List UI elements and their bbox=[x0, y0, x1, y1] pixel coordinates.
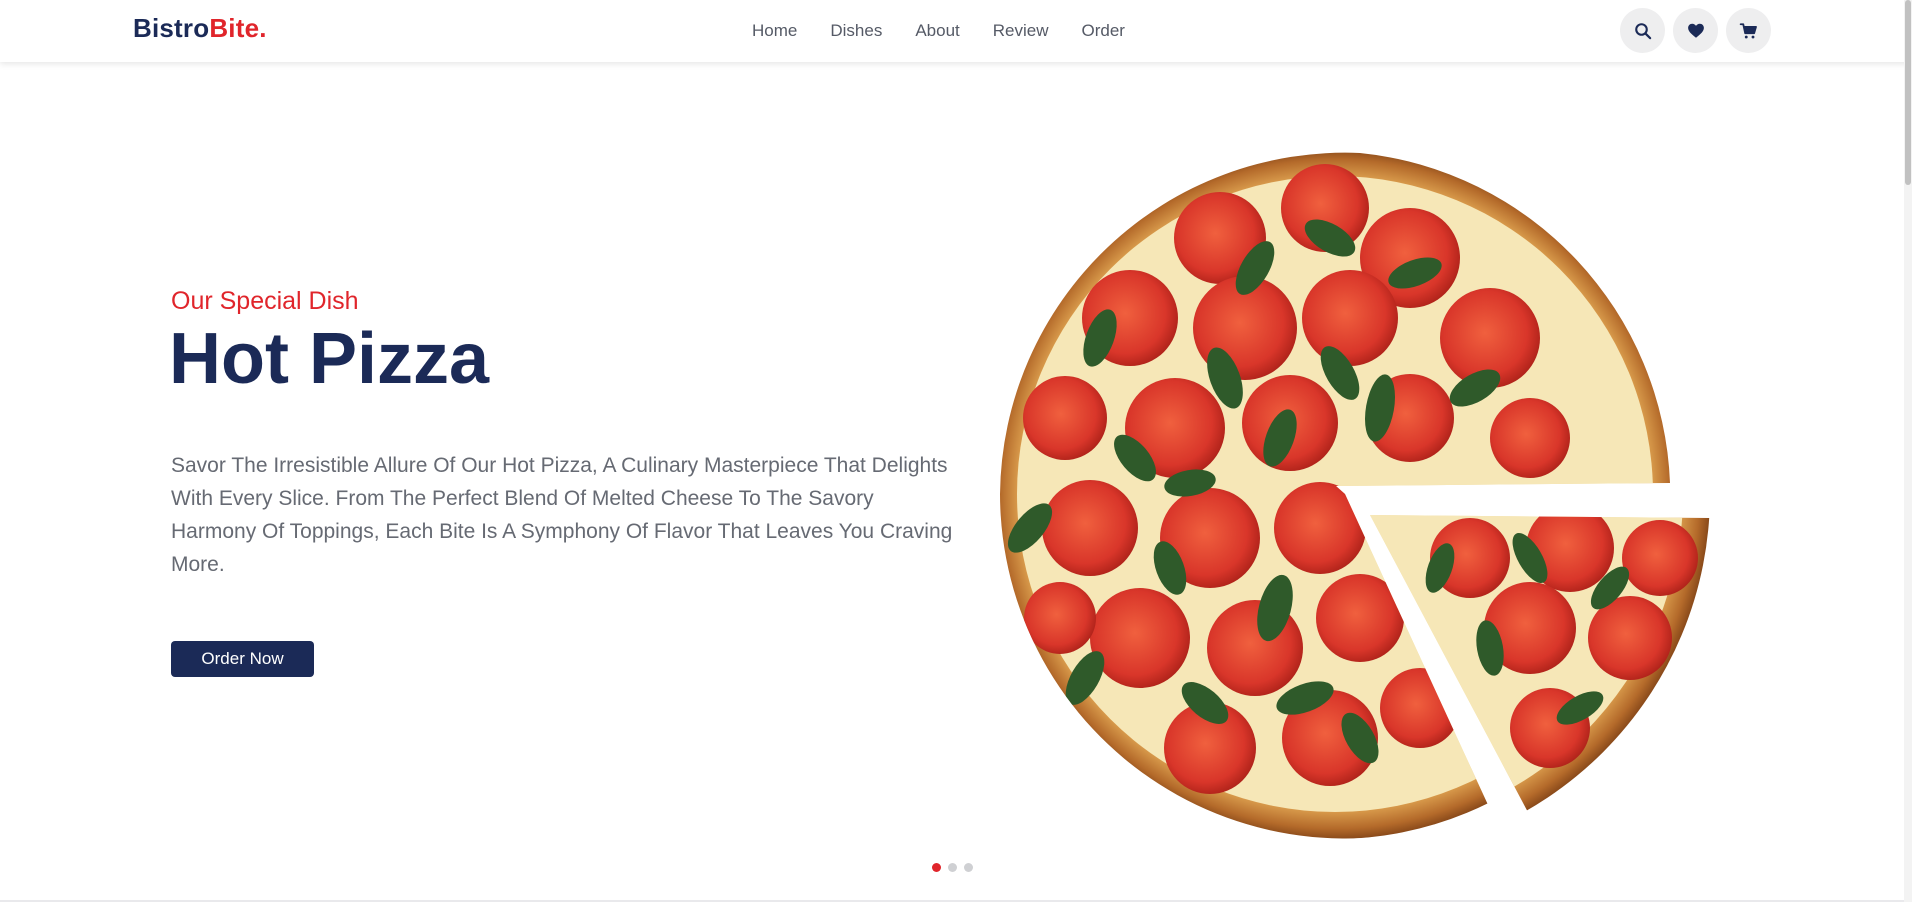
carousel-dot-3[interactable] bbox=[964, 863, 973, 872]
scrollbar-thumb[interactable] bbox=[1905, 0, 1911, 185]
hero-pizza-image bbox=[970, 148, 1720, 840]
page-scrollbar[interactable] bbox=[1904, 0, 1912, 902]
carousel-dot-2[interactable] bbox=[948, 863, 957, 872]
hero-subtitle: Our Special Dish bbox=[171, 287, 359, 315]
cart-icon bbox=[1739, 22, 1757, 38]
cart-button[interactable] bbox=[1726, 8, 1771, 53]
nav-link-home[interactable]: Home bbox=[752, 21, 797, 41]
carousel-dot-1[interactable] bbox=[932, 863, 941, 872]
nav-link-review[interactable]: Review bbox=[993, 21, 1049, 41]
brand-logo[interactable]: BistroBite. bbox=[133, 13, 267, 44]
brand-name-accent: Bite. bbox=[209, 13, 267, 43]
brand-name-main: Bistro bbox=[133, 13, 210, 43]
nav-link-about[interactable]: About bbox=[915, 21, 959, 41]
site-header: BistroBite. Home Dishes About Review Ord… bbox=[0, 0, 1912, 62]
hero-description: Savor The Irresistible Allure Of Our Hot… bbox=[171, 454, 953, 576]
nav-link-dishes[interactable]: Dishes bbox=[830, 21, 882, 41]
search-button[interactable] bbox=[1620, 8, 1665, 53]
order-now-button[interactable]: Order Now bbox=[171, 641, 314, 677]
carousel-pagination bbox=[932, 863, 973, 872]
heart-icon bbox=[1687, 23, 1704, 38]
nav-link-order[interactable]: Order bbox=[1082, 21, 1125, 41]
main-nav: Home Dishes About Review Order bbox=[752, 0, 1158, 62]
search-icon bbox=[1634, 22, 1651, 39]
hero-title: Hot Pizza bbox=[169, 319, 490, 399]
favorites-button[interactable] bbox=[1673, 8, 1718, 53]
